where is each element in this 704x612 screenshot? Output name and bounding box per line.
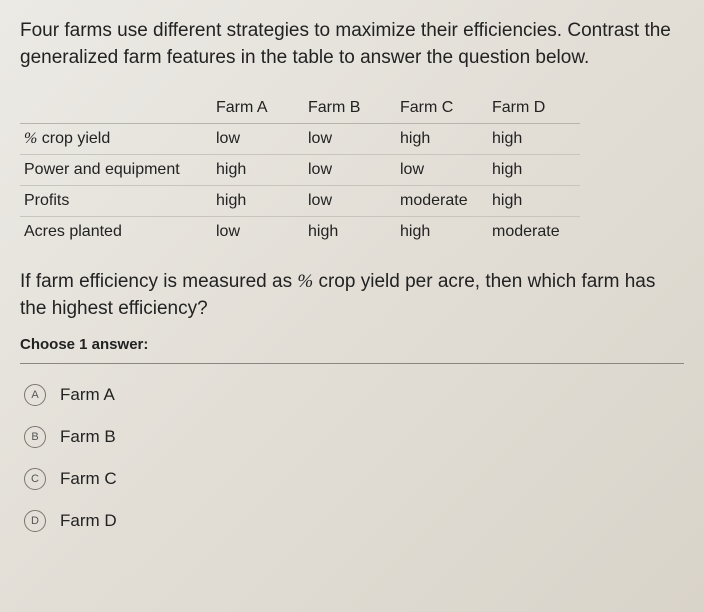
cell: low [304, 186, 396, 217]
th-farm-c: Farm C [396, 93, 488, 124]
separator [20, 363, 684, 364]
question-text: If farm efficiency is measured as % crop… [20, 269, 684, 322]
cell: high [396, 217, 488, 248]
cell: high [488, 186, 580, 217]
cell: low [304, 124, 396, 155]
row-label: Acres planted [20, 217, 212, 248]
cell: moderate [488, 217, 580, 248]
cell: high [488, 155, 580, 186]
intro-text: Four farms use different strategies to m… [20, 18, 684, 71]
option-c[interactable]: C Farm C [20, 458, 684, 500]
radio-icon: B [24, 426, 46, 448]
option-b[interactable]: B Farm B [20, 416, 684, 458]
th-blank [20, 93, 212, 124]
th-farm-a: Farm A [212, 93, 304, 124]
row-label: Power and equipment [20, 155, 212, 186]
cell: high [304, 217, 396, 248]
table-header-row: Farm A Farm B Farm C Farm D [20, 93, 580, 124]
th-farm-d: Farm D [488, 93, 580, 124]
table-row: % crop yield low low high high [20, 124, 580, 155]
radio-icon: C [24, 468, 46, 490]
option-d[interactable]: D Farm D [20, 500, 684, 542]
cell: moderate [396, 186, 488, 217]
option-label: Farm D [60, 511, 117, 531]
row-label: % crop yield [20, 124, 212, 155]
cell: low [304, 155, 396, 186]
th-farm-b: Farm B [304, 93, 396, 124]
table-row: Power and equipment high low low high [20, 155, 580, 186]
option-label: Farm A [60, 385, 115, 405]
cell: high [212, 186, 304, 217]
row-label: Profits [20, 186, 212, 217]
table-row: Acres planted low high high moderate [20, 217, 580, 248]
choose-label: Choose 1 answer: [20, 336, 684, 353]
option-label: Farm C [60, 469, 117, 489]
option-label: Farm B [60, 427, 116, 447]
cell: high [396, 124, 488, 155]
cell: low [212, 217, 304, 248]
cell: low [212, 124, 304, 155]
option-a[interactable]: A Farm A [20, 374, 684, 416]
radio-icon: D [24, 510, 46, 532]
data-table: Farm A Farm B Farm C Farm D % crop yield… [20, 93, 580, 247]
radio-icon: A [24, 384, 46, 406]
table-row: Profits high low moderate high [20, 186, 580, 217]
cell: low [396, 155, 488, 186]
cell: high [488, 124, 580, 155]
cell: high [212, 155, 304, 186]
